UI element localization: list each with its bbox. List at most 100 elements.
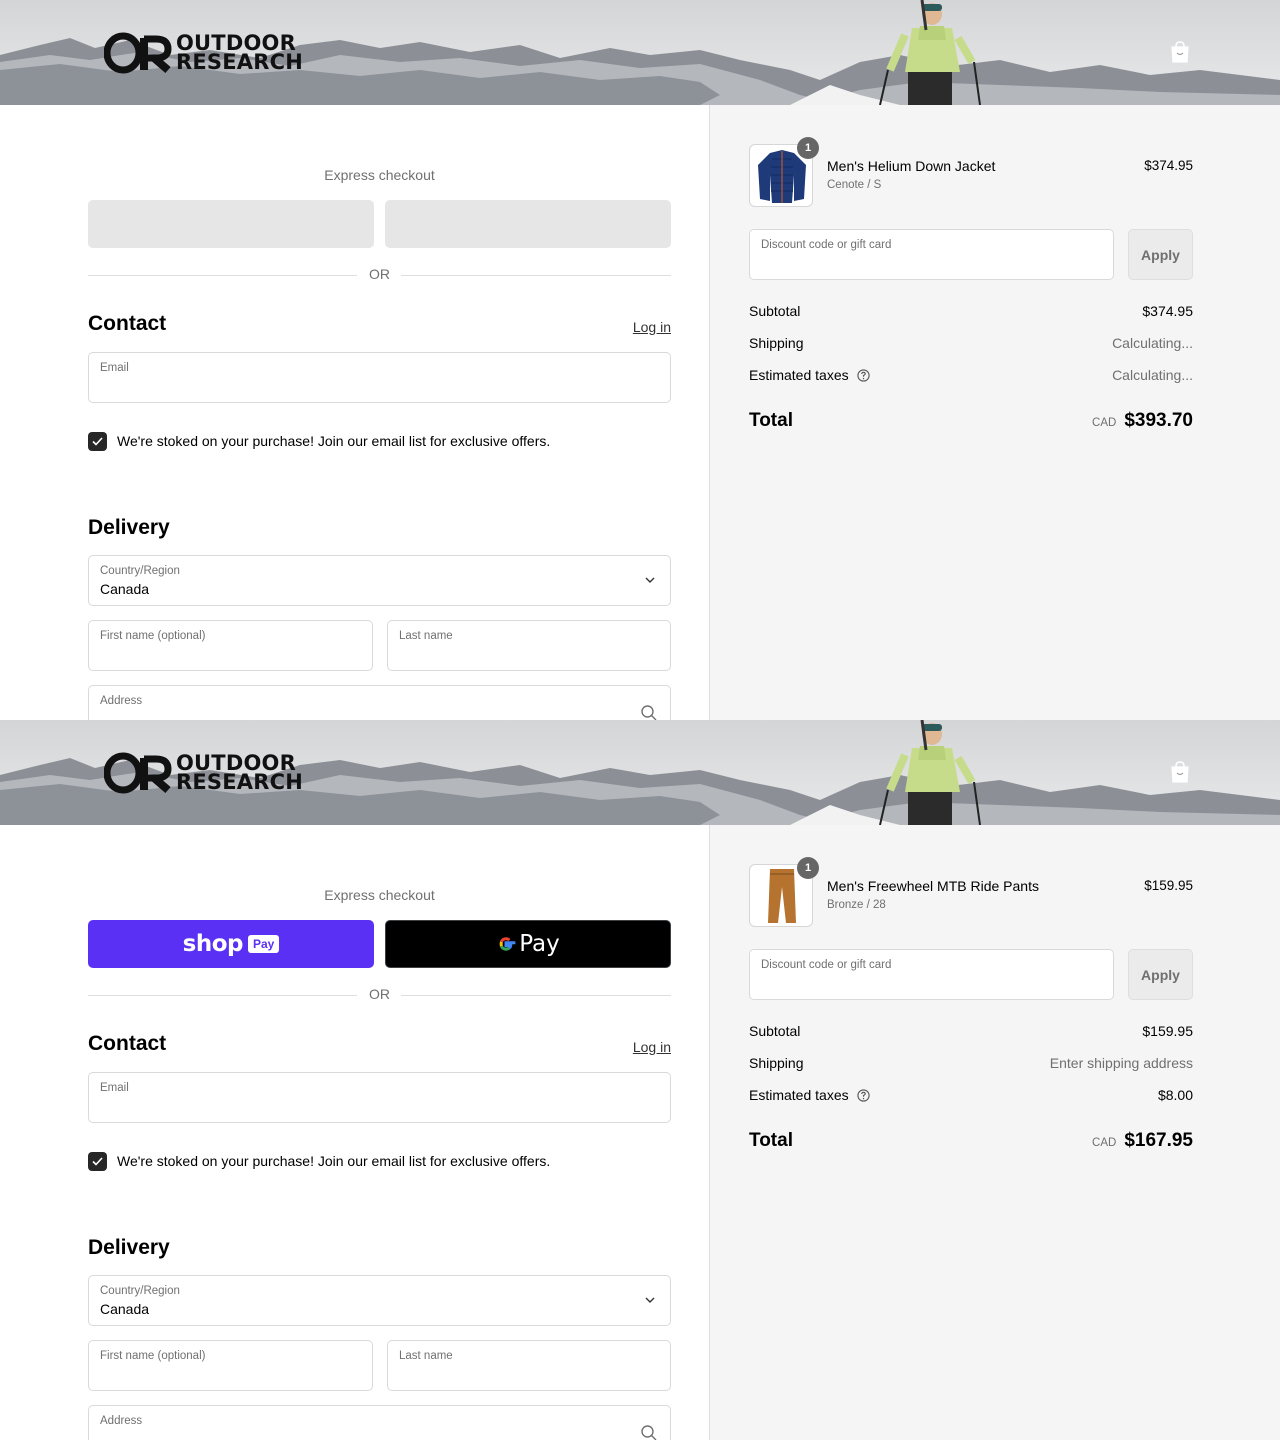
last-name-label: Last name (399, 630, 453, 642)
checkmark-icon (92, 1156, 103, 1166)
last-name-field[interactable]: Last name (387, 1340, 671, 1391)
shop-pay-wordmark: shop (182, 931, 244, 957)
country-region-value: Canada (100, 581, 150, 597)
taxes-row: Estimated taxes $8.00 (749, 1087, 1193, 1107)
total-value: $167.95 (1124, 1130, 1193, 1151)
product-name: Men's Freewheel MTB Ride Pants (827, 878, 1039, 894)
help-circle-icon[interactable] (856, 368, 870, 382)
shipping-label: Shipping (749, 1055, 804, 1071)
shop-pay-badge: Pay (247, 935, 280, 953)
contact-heading: Contact (88, 312, 167, 335)
last-name-label: Last name (399, 1350, 453, 1362)
shipping-label: Shipping (749, 335, 804, 351)
product-price: $159.95 (1144, 878, 1193, 893)
newsletter-label: We're stoked on your purchase! Join our … (117, 1153, 551, 1169)
first-name-label: First name (optional) (100, 630, 206, 642)
last-name-field[interactable]: Last name (387, 620, 671, 671)
product-variant: Cenote / S (827, 179, 882, 191)
taxes-row: Estimated taxes Calculating... (749, 367, 1193, 387)
google-g-icon (499, 937, 516, 951)
log-in-link[interactable]: Log in (633, 319, 671, 335)
total-row: Total CAD $167.95 (749, 1130, 1193, 1156)
chevron-down-icon (645, 577, 655, 583)
email-field[interactable]: Email (88, 352, 671, 403)
help-circle-icon[interactable] (856, 1088, 870, 1102)
first-name-field[interactable]: First name (optional) (88, 620, 373, 671)
country-region-label: Country/Region (100, 565, 180, 577)
checkout-panel: OUTDOOR RESEARCH Express checkout OR Con… (0, 720, 1280, 1440)
subtotal-label: Subtotal (749, 303, 801, 319)
delivery-heading: Delivery (88, 1236, 170, 1259)
chevron-down-icon (645, 1297, 655, 1303)
log-in-link[interactable]: Log in (633, 1039, 671, 1055)
total-row: Total CAD $393.70 (749, 410, 1193, 436)
express-checkout-title: Express checkout (324, 887, 435, 903)
product-name: Men's Helium Down Jacket (827, 158, 996, 174)
newsletter-checkbox[interactable] (88, 431, 107, 451)
checkmark-icon (92, 436, 103, 446)
currency-code: CAD (1092, 1137, 1117, 1149)
search-icon (641, 1425, 657, 1440)
email-field[interactable]: Email (88, 1072, 671, 1123)
shipping-row: Shipping Enter shipping address (749, 1055, 1193, 1075)
google-pay-label: Pay (519, 931, 560, 957)
taxes-value: $8.00 (1157, 1087, 1193, 1103)
shipping-row: Shipping Calculating... (749, 335, 1193, 355)
country-region-select[interactable]: Country/Region Canada (88, 1275, 671, 1326)
discount-code-field[interactable]: Discount code or gift card (749, 229, 1114, 280)
address-field[interactable]: Address (88, 1405, 671, 1440)
country-region-select[interactable]: Country/Region Canada (88, 555, 671, 606)
country-region-value: Canada (100, 1301, 150, 1317)
shipping-value: Calculating... (1112, 335, 1193, 351)
express-button-loading (88, 200, 374, 248)
order-summary: 1 Men's Helium Down Jacket Cenote / S $3… (709, 105, 1280, 720)
shop-pay-button[interactable]: shop Pay (88, 920, 374, 968)
or-divider: OR (88, 266, 671, 284)
or-logo-mark (103, 752, 172, 794)
newsletter-label: We're stoked on your purchase! Join our … (117, 433, 551, 449)
or-divider: OR (88, 986, 671, 1004)
order-summary: 1 Men's Freewheel MTB Ride Pants Bronze … (709, 825, 1280, 1440)
newsletter-checkbox[interactable] (88, 1151, 107, 1171)
header-banner: OUTDOOR RESEARCH (0, 0, 1280, 105)
apply-button[interactable]: Apply (1128, 949, 1193, 1000)
address-field[interactable]: Address (88, 685, 671, 720)
contact-heading: Contact (88, 1032, 167, 1055)
outdoor-research-logo[interactable]: OUTDOOR RESEARCH (103, 32, 303, 74)
subtotal-value: $374.95 (1142, 303, 1193, 319)
line-item: 1 Men's Freewheel MTB Ride Pants Bronze … (749, 857, 1193, 928)
shopping-bag-icon[interactable] (1170, 41, 1190, 63)
express-button-loading (385, 200, 671, 248)
checkout-panel: OUTDOOR RESEARCH Express checkout OR Con… (0, 0, 1280, 720)
total-label: Total (749, 1130, 793, 1151)
delivery-heading: Delivery (88, 516, 170, 539)
search-icon (641, 705, 657, 720)
quantity-badge: 1 (797, 857, 819, 879)
country-region-label: Country/Region (100, 1285, 180, 1297)
taxes-label: Estimated taxes (749, 367, 849, 383)
newsletter-checkbox-row[interactable]: We're stoked on your purchase! Join our … (88, 431, 551, 451)
taxes-label: Estimated taxes (749, 1087, 849, 1103)
quantity-badge: 1 (797, 137, 819, 159)
express-checkout-title: Express checkout (324, 167, 435, 183)
subtotal-row: Subtotal $159.95 (749, 1023, 1193, 1043)
outdoor-research-logo[interactable]: OUTDOOR RESEARCH (103, 752, 303, 794)
shopping-bag-icon[interactable] (1170, 761, 1190, 783)
address-label: Address (100, 1415, 143, 1427)
subtotal-label: Subtotal (749, 1023, 801, 1039)
subtotal-value: $159.95 (1142, 1023, 1193, 1039)
newsletter-checkbox-row[interactable]: We're stoked on your purchase! Join our … (88, 1151, 551, 1171)
taxes-value: Calculating... (1112, 367, 1193, 383)
discount-code-label: Discount code or gift card (761, 959, 892, 971)
google-pay-button[interactable]: Pay (385, 920, 671, 968)
first-name-field[interactable]: First name (optional) (88, 1340, 373, 1391)
discount-code-field[interactable]: Discount code or gift card (749, 949, 1114, 1000)
total-label: Total (749, 410, 793, 431)
shipping-value: Enter shipping address (1049, 1055, 1193, 1071)
email-label: Email (100, 1082, 129, 1094)
apply-button[interactable]: Apply (1128, 229, 1193, 280)
total-value: $393.70 (1124, 410, 1193, 431)
discount-code-label: Discount code or gift card (761, 239, 892, 251)
header-banner: OUTDOOR RESEARCH (0, 720, 1280, 825)
brand-line-2: RESEARCH (176, 770, 303, 794)
